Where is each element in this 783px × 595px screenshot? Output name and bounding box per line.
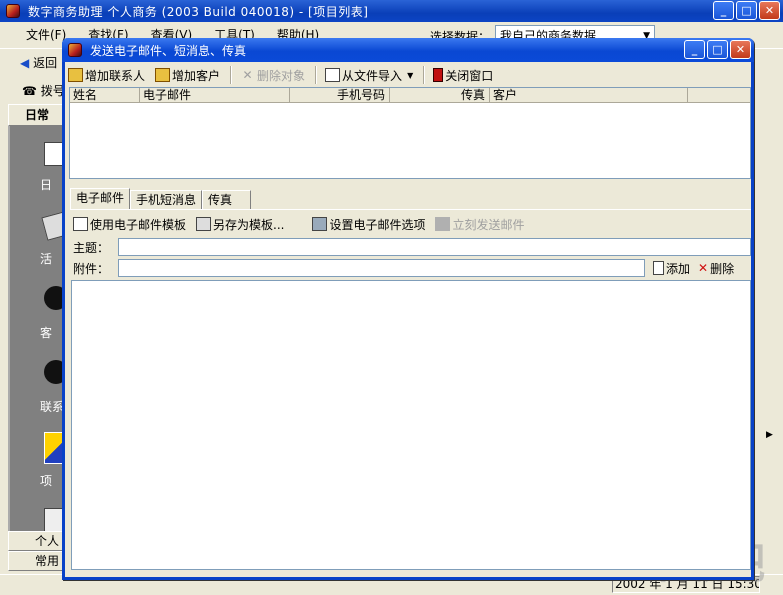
import-dropdown-icon[interactable]: ▼ (407, 71, 413, 80)
add-attachment-label: 添加 (666, 261, 691, 276)
message-tabs: 电子邮件 手机短消息 传真 (70, 188, 252, 210)
remove-attachment-label: 删除 (710, 261, 735, 276)
add-customer-icon (155, 68, 171, 82)
tab-sms[interactable]: 手机短消息 (130, 190, 203, 210)
toolbar-separator-3 (423, 66, 426, 84)
new-file-icon (653, 261, 664, 275)
dialog-close-button[interactable]: ✕ (730, 40, 751, 59)
back-arrow-icon: ◀ (20, 56, 30, 70)
delete-object-label: 删除对象 (257, 68, 306, 83)
email-body-editor[interactable] (71, 280, 751, 570)
send-dialog: 发送电子邮件、短消息、传真 _ □ ✕ 增加联系人 增加客户 ✕ 删除对象 从文… (62, 38, 754, 580)
close-button[interactable]: ✕ (759, 1, 780, 20)
save-template-icon (196, 217, 212, 231)
send-now-button[interactable]: 立刻发送邮件 (435, 216, 525, 233)
back-label: 返回 (33, 56, 58, 70)
add-customer-button[interactable]: 增加客户 (155, 67, 220, 84)
delete-icon: ✕ (242, 68, 253, 82)
app-icon (6, 4, 20, 18)
attachment-input[interactable] (118, 259, 645, 277)
dialog-title: 发送电子邮件、短消息、传真 (90, 43, 247, 58)
email-toolbar: 使用电子邮件模板 另存为模板... 设置电子邮件选项 立刻发送邮件 (73, 213, 535, 235)
save-template-label: 另存为模板... (213, 217, 285, 232)
subject-row: 主题： (73, 237, 751, 257)
delete-x-icon: ✕ (698, 261, 709, 275)
attachment-row: 附件： 添加 ✕ 删除 (73, 258, 751, 278)
import-file-label: 从文件导入 (342, 68, 403, 83)
col-name[interactable]: 姓名 (70, 88, 140, 102)
remove-attachment-button[interactable]: ✕ 删除 (698, 260, 734, 277)
col-customer[interactable]: 客户 (490, 88, 688, 102)
send-now-label: 立刻发送邮件 (452, 217, 525, 232)
subject-input[interactable] (118, 238, 751, 256)
phone-icon: ☎ (22, 84, 37, 98)
add-contact-label: 增加联系人 (85, 68, 146, 83)
right-panel: ▶ (750, 104, 783, 574)
settings-icon (312, 217, 328, 231)
subject-label: 主题： (73, 240, 110, 255)
col-fax[interactable]: 传真 (390, 88, 490, 102)
toolbar-separator-2 (315, 66, 318, 84)
save-template-button[interactable]: 另存为模板... (196, 216, 284, 233)
menu-file[interactable]: 文件(F) (26, 26, 66, 43)
sidebar-tab-personal[interactable]: 个人 (8, 531, 68, 551)
dialog-titlebar: 发送电子邮件、短消息、传真 _ □ ✕ (62, 38, 754, 62)
use-template-button[interactable]: 使用电子邮件模板 (73, 216, 186, 233)
email-options-label: 设置电子邮件选项 (329, 217, 426, 232)
add-contact-button[interactable]: 增加联系人 (68, 67, 145, 84)
tab-email[interactable]: 电子邮件 (70, 188, 131, 210)
sidebar-tab-daily[interactable]: 日常 (8, 104, 66, 126)
template-icon (73, 217, 88, 231)
dialog-toolbar: 增加联系人 增加客户 ✕ 删除对象 从文件导入 ▼ 关闭窗口 (68, 63, 751, 87)
import-file-button[interactable]: 从文件导入 ▼ (325, 67, 413, 84)
main-titlebar: 数字商务助理 个人商务 (2003 Build 040018) - [项目列表]… (0, 0, 783, 22)
recipient-table[interactable]: 姓名 电子邮件 手机号码 传真 客户 (69, 87, 751, 179)
maximize-button[interactable]: □ (736, 1, 757, 20)
back-button[interactable]: ◀ 返回 (20, 54, 57, 71)
dialog-maximize-button[interactable]: □ (707, 40, 728, 59)
col-filler (688, 88, 750, 102)
tab-divider (70, 209, 751, 210)
email-options-button[interactable]: 设置电子邮件选项 (312, 216, 425, 233)
import-icon (325, 68, 341, 82)
sidebar-tab-common[interactable]: 常用 (8, 551, 68, 571)
col-mobile[interactable]: 手机号码 (290, 88, 390, 102)
minimize-button[interactable]: _ (713, 1, 734, 20)
close-window-button[interactable]: 关闭窗口 (433, 67, 493, 84)
add-customer-label: 增加客户 (172, 68, 221, 83)
use-template-label: 使用电子邮件模板 (90, 217, 187, 232)
send-icon (435, 217, 451, 231)
main-window-title: 数字商务助理 个人商务 (2003 Build 040018) - [项目列表] (28, 4, 369, 19)
add-attachment-button[interactable]: 添加 (653, 260, 690, 277)
add-contact-icon (68, 68, 83, 82)
recipient-table-header: 姓名 电子邮件 手机号码 传真 客户 (70, 88, 750, 103)
close-window-label: 关闭窗口 (445, 68, 494, 83)
delete-object-button[interactable]: ✕ 删除对象 (240, 67, 306, 84)
tab-fax[interactable]: 传真 (202, 190, 252, 210)
col-email[interactable]: 电子邮件 (140, 88, 290, 102)
toolbar-separator (230, 66, 233, 84)
scroll-right-icon[interactable]: ▶ (766, 430, 773, 440)
attachment-label: 附件： (73, 261, 110, 276)
dialog-app-icon (68, 43, 82, 57)
dialog-minimize-button[interactable]: _ (684, 40, 705, 59)
dial-button[interactable]: ☎ 拨号 (22, 82, 65, 99)
exit-door-icon (433, 68, 444, 82)
